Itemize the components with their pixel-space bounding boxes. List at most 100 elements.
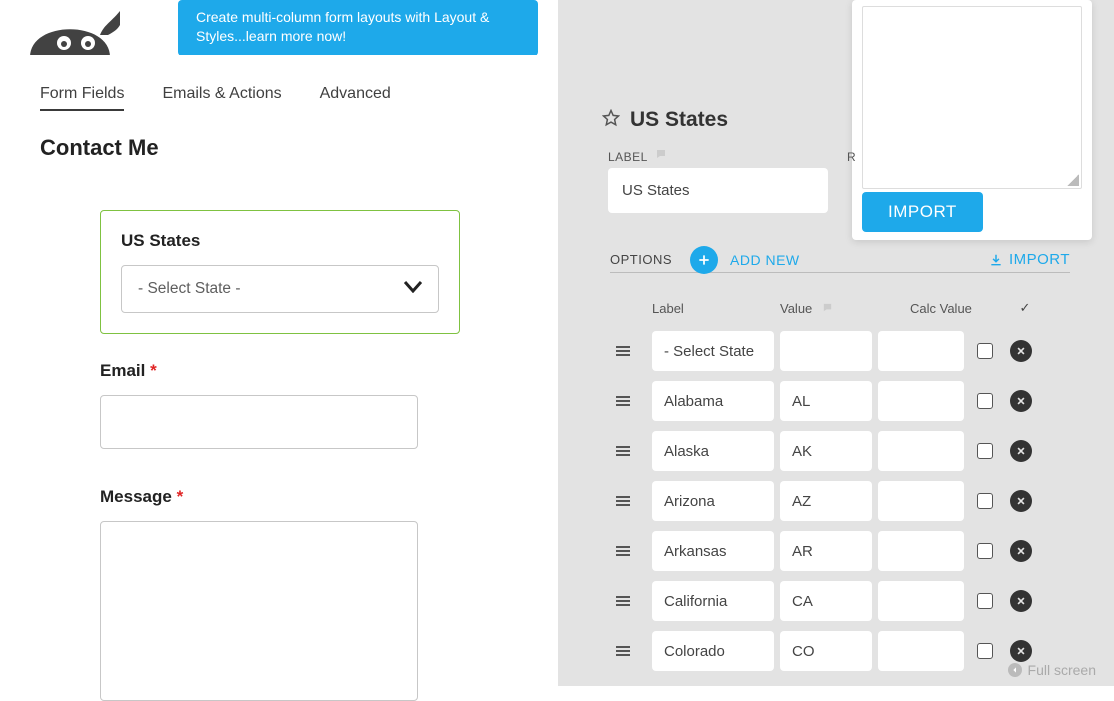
comment-icon[interactable] <box>822 304 833 316</box>
options-header: OPTIONS ADD NEW IMPORT <box>610 247 1070 273</box>
option-calc-input[interactable] <box>878 331 964 371</box>
import-button[interactable]: IMPORT <box>862 192 983 232</box>
option-row <box>616 626 1066 676</box>
col-value: Value <box>780 301 910 316</box>
drawer-title: US States <box>602 108 728 132</box>
delete-option-button[interactable] <box>1010 390 1032 412</box>
fullscreen-toggle[interactable]: Full screen <box>1008 662 1096 678</box>
option-default-checkbox[interactable] <box>977 543 993 559</box>
options-title: OPTIONS <box>610 252 672 267</box>
r-header: R <box>847 150 856 164</box>
drag-handle-icon[interactable] <box>616 346 652 356</box>
option-row <box>616 326 1066 376</box>
required-asterisk: * <box>150 361 157 380</box>
option-default-checkbox[interactable] <box>977 593 993 609</box>
option-value-input[interactable] <box>780 631 872 671</box>
tab-advanced[interactable]: Advanced <box>320 85 391 111</box>
import-icon <box>989 253 1003 267</box>
option-value-input[interactable] <box>780 581 872 621</box>
option-calc-input[interactable] <box>878 581 964 621</box>
delete-option-button[interactable] <box>1010 340 1032 362</box>
email-input[interactable] <box>100 395 418 449</box>
option-default-checkbox[interactable] <box>977 393 993 409</box>
option-calc-input[interactable] <box>878 381 964 421</box>
option-default-checkbox[interactable] <box>977 493 993 509</box>
import-popover: IMPORT <box>852 0 1092 240</box>
add-option-button[interactable] <box>690 246 718 274</box>
drag-handle-icon[interactable] <box>616 496 652 506</box>
field-message[interactable]: Message * <box>100 487 440 701</box>
promo-tooltip[interactable]: Create multi-column form layouts with La… <box>178 0 538 56</box>
option-label-input[interactable] <box>652 431 774 471</box>
options-table-body <box>616 326 1066 676</box>
drag-handle-icon[interactable] <box>616 446 652 456</box>
option-default-checkbox[interactable] <box>977 443 993 459</box>
field-settings-drawer: IMPORT US States LABEL R OPTIONS ADD NEW… <box>558 0 1114 686</box>
field-email[interactable]: Email * <box>100 361 440 449</box>
field-email-label: Email * <box>100 361 440 381</box>
option-label-input[interactable] <box>652 531 774 571</box>
form-builder-panel: Form Fields Emails & Actions Advanced Co… <box>0 55 558 686</box>
option-default-checkbox[interactable] <box>977 343 993 359</box>
form-title: Contact Me <box>40 135 159 161</box>
import-link-text: IMPORT <box>1009 251 1070 268</box>
drawer-title-text: US States <box>630 108 728 132</box>
drag-handle-icon[interactable] <box>616 546 652 556</box>
drag-handle-icon[interactable] <box>616 396 652 406</box>
option-default-checkbox[interactable] <box>977 643 993 659</box>
ninja-logo <box>20 0 120 57</box>
field-message-label-text: Message <box>100 487 172 506</box>
col-calc: Calc Value <box>910 301 1010 316</box>
tab-form-fields[interactable]: Form Fields <box>40 85 124 111</box>
message-textarea[interactable] <box>100 521 418 701</box>
field-message-label: Message * <box>100 487 440 507</box>
option-value-input[interactable] <box>780 531 872 571</box>
delete-option-button[interactable] <box>1010 640 1032 662</box>
option-label-input[interactable] <box>652 481 774 521</box>
option-label-input[interactable] <box>652 331 774 371</box>
option-row <box>616 426 1066 476</box>
delete-option-button[interactable] <box>1010 440 1032 462</box>
option-value-input[interactable] <box>780 431 872 471</box>
delete-option-button[interactable] <box>1010 590 1032 612</box>
col-label: Label <box>652 301 780 316</box>
star-icon[interactable] <box>602 109 620 132</box>
delete-option-button[interactable] <box>1010 490 1032 512</box>
arrow-left-icon <box>1008 663 1022 677</box>
option-row <box>616 476 1066 526</box>
drag-handle-icon[interactable] <box>616 646 652 656</box>
label-input[interactable] <box>608 168 828 213</box>
import-textarea[interactable] <box>862 6 1082 189</box>
fullscreen-label: Full screen <box>1028 662 1096 678</box>
resize-handle-icon[interactable] <box>1067 174 1079 186</box>
option-label-input[interactable] <box>652 581 774 621</box>
col-default: ✓ <box>1010 300 1040 316</box>
us-states-select-placeholder: - Select State - <box>138 280 241 298</box>
option-calc-input[interactable] <box>878 431 964 471</box>
option-label-input[interactable] <box>652 381 774 421</box>
option-calc-input[interactable] <box>878 631 964 671</box>
builder-tabs: Form Fields Emails & Actions Advanced <box>40 85 391 111</box>
option-value-input[interactable] <box>780 381 872 421</box>
required-asterisk: * <box>177 487 184 506</box>
import-link[interactable]: IMPORT <box>989 251 1070 268</box>
option-row <box>616 526 1066 576</box>
promo-tooltip-text: Create multi-column form layouts with La… <box>196 9 489 44</box>
add-new-link[interactable]: ADD NEW <box>730 252 800 268</box>
option-label-input[interactable] <box>652 631 774 671</box>
option-calc-input[interactable] <box>878 481 964 521</box>
option-row <box>616 376 1066 426</box>
delete-option-button[interactable] <box>1010 540 1032 562</box>
tab-emails-actions[interactable]: Emails & Actions <box>162 85 281 111</box>
field-us-states-label: US States <box>121 231 439 251</box>
field-us-states[interactable]: US States - Select State - <box>100 210 460 334</box>
option-value-input[interactable] <box>780 331 872 371</box>
comment-icon[interactable] <box>655 148 667 163</box>
option-value-input[interactable] <box>780 481 872 521</box>
option-calc-input[interactable] <box>878 531 964 571</box>
option-row <box>616 576 1066 626</box>
options-table-head: Label Value Calc Value ✓ <box>616 296 1066 320</box>
us-states-select[interactable]: - Select State - <box>121 265 439 313</box>
drag-handle-icon[interactable] <box>616 596 652 606</box>
chevron-down-icon <box>404 280 422 298</box>
